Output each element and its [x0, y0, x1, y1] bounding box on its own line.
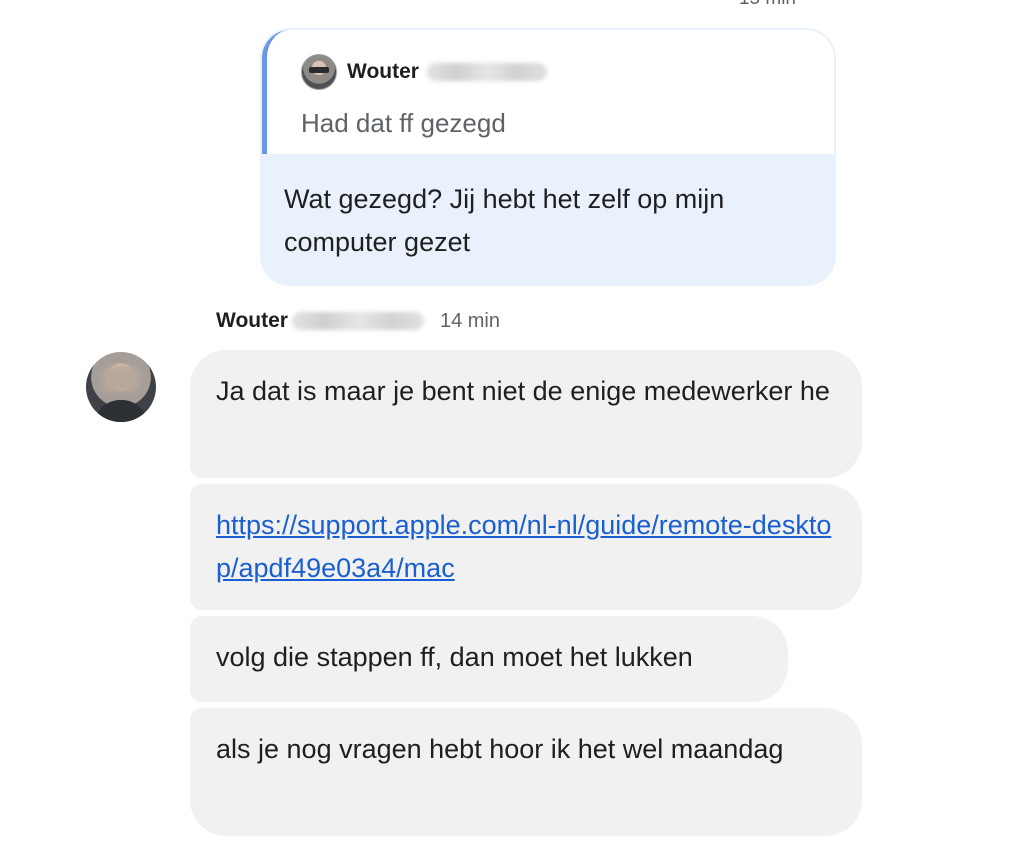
redacted-surname — [291, 312, 424, 330]
incoming-message-header: Wouter 14 min — [216, 309, 500, 333]
incoming-message-bubble[interactable]: https://support.apple.com/nl-nl/guide/re… — [190, 484, 862, 610]
message-timestamp: 15 min — [739, 0, 796, 10]
avatar-icon — [301, 54, 337, 90]
outgoing-message-bubble[interactable]: Wouter Had dat ff gezegd Wat gezegd? Jij… — [260, 28, 836, 286]
message-timestamp: 14 min — [439, 309, 500, 332]
message-text: volg die stappen ff, dan moet het lukken — [216, 642, 693, 672]
message-text: Ja dat is maar je bent niet de enige med… — [216, 376, 830, 406]
quoted-sender-name: Wouter — [347, 60, 419, 83]
message-text: als je nog vragen hebt hoor ik het wel m… — [216, 734, 784, 764]
message-link[interactable]: https://support.apple.com/nl-nl/guide/re… — [216, 510, 831, 583]
avatar-face-blur — [102, 366, 140, 392]
quoted-reply-header: Wouter — [301, 54, 547, 90]
chat-thread: 15 min Wouter Had dat ff gezegd Wat geze… — [0, 0, 1024, 850]
sender-name: Wouter — [216, 309, 288, 332]
quoted-reply[interactable]: Wouter Had dat ff gezegd — [262, 30, 834, 154]
redacted-surname — [426, 63, 547, 81]
incoming-message-bubble[interactable]: Ja dat is maar je bent niet de enige med… — [190, 350, 862, 478]
incoming-message-bubble[interactable]: volg die stappen ff, dan moet het lukken — [190, 616, 788, 702]
avatar[interactable] — [86, 352, 156, 422]
quoted-message-text: Had dat ff gezegd — [301, 108, 506, 138]
outgoing-message-text: Wat gezegd? Jij hebt het zelf op mijn co… — [284, 184, 725, 257]
avatar-shirt — [94, 400, 148, 422]
incoming-message-bubble[interactable]: als je nog vragen hebt hoor ik het wel m… — [190, 708, 862, 836]
